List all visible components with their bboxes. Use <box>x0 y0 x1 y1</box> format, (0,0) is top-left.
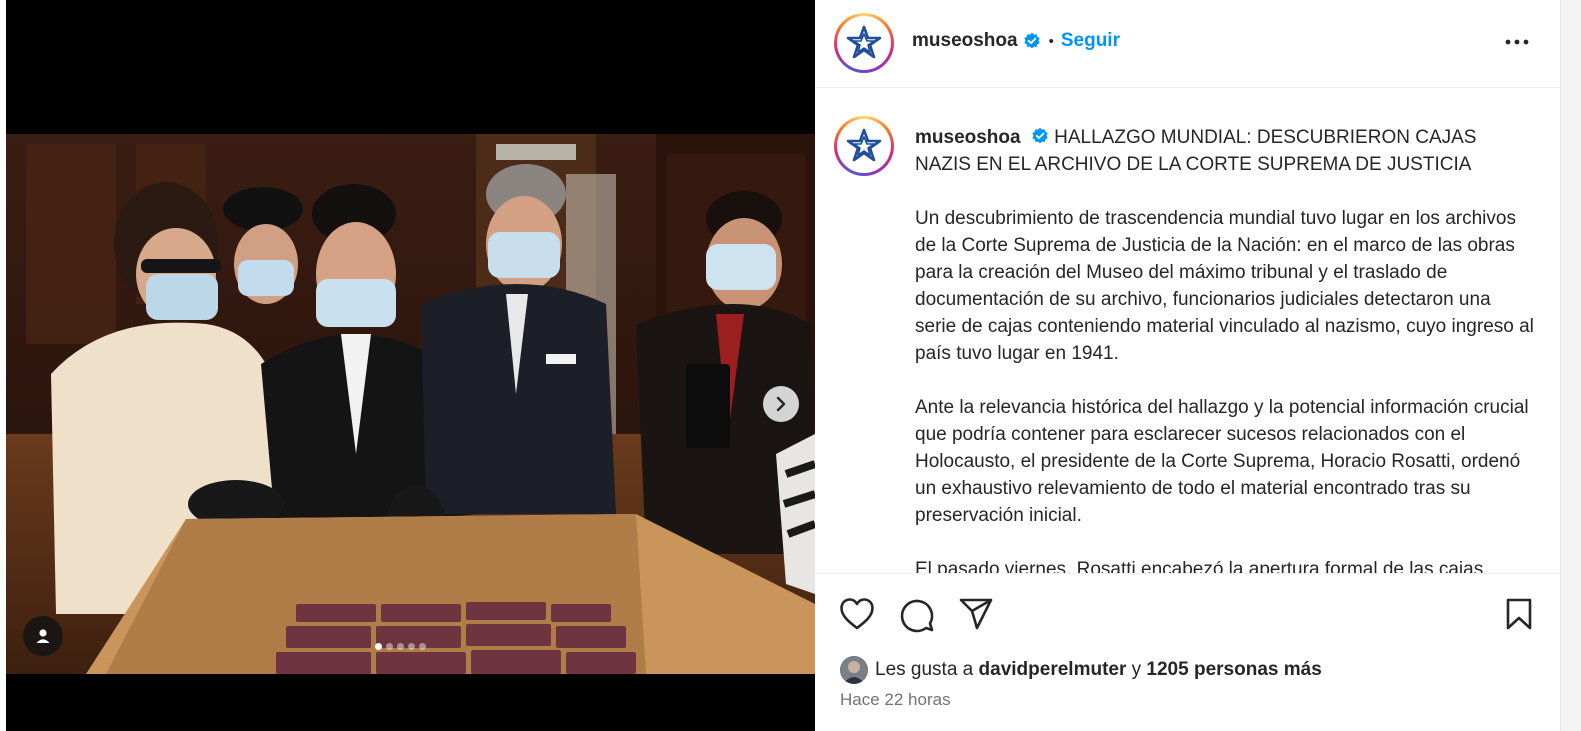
share-button[interactable] <box>958 597 994 636</box>
caption-author-username[interactable]: museoshoa <box>915 127 1021 148</box>
share-icon <box>959 598 993 630</box>
post-author-username[interactable]: museoshoa <box>912 30 1018 52</box>
post-actions-bar: Les gusta a davidperelmuter y 1205 perso… <box>815 573 1560 731</box>
like-button[interactable] <box>839 597 875 636</box>
more-options-icon <box>1505 39 1529 45</box>
carousel-indicator <box>375 643 426 650</box>
background-page-peek <box>0 0 6 731</box>
bookmark-icon <box>1506 598 1532 630</box>
museum-logo-icon <box>846 25 882 59</box>
comment-icon <box>900 599 934 633</box>
separator-dot: • <box>1048 32 1054 50</box>
more-options-button[interactable] <box>1504 30 1530 54</box>
chevron-right-icon <box>776 396 786 412</box>
post-photo[interactable] <box>6 134 815 674</box>
carousel-dot <box>408 643 415 650</box>
likes-summary: Les gusta a davidperelmuter y 1205 perso… <box>840 656 1322 684</box>
post-timestamp[interactable]: Hace 22 horas <box>840 690 951 710</box>
next-slide-button[interactable] <box>763 386 799 422</box>
verified-badge-icon <box>1031 127 1049 145</box>
post-caption: museoshoa HALLAZGO MUNDIAL: DESCUBRIERON… <box>915 124 1535 573</box>
caption-paragraph: El pasado viernes, Rosatti encabezó la a… <box>915 559 1484 573</box>
profile-avatar[interactable] <box>834 13 894 73</box>
likes-count-link[interactable]: 1205 personas más <box>1146 659 1321 681</box>
comment-button[interactable] <box>899 597 935 638</box>
likes-prefix: Les gusta a <box>875 659 974 680</box>
page-scrollbar[interactable] <box>1560 0 1581 731</box>
save-button[interactable] <box>1504 597 1534 636</box>
heart-icon <box>840 598 874 630</box>
liker-username[interactable]: davidperelmuter <box>979 659 1127 681</box>
follow-button[interactable]: Seguir <box>1061 30 1120 52</box>
likes-connector: y <box>1131 659 1142 680</box>
media-pane <box>0 0 815 731</box>
user-tag-icon <box>36 629 50 643</box>
caption-avatar[interactable] <box>834 116 894 176</box>
verified-badge-icon <box>1023 32 1041 50</box>
post-photo-illustration <box>6 134 815 674</box>
carousel-dot <box>375 643 382 650</box>
carousel-dot <box>397 643 404 650</box>
tagged-users-button[interactable] <box>23 616 63 656</box>
liker-avatar[interactable] <box>840 656 868 684</box>
museum-logo-icon <box>846 128 882 162</box>
post-details-pane: museoshoa • Seguir museoshoa HALLAZGO MU… <box>815 0 1560 731</box>
carousel-dot <box>419 643 426 650</box>
caption-scroll-area[interactable]: museoshoa HALLAZGO MUNDIAL: DESCUBRIERON… <box>815 89 1560 573</box>
caption-paragraph: Ante la relevancia histórica del hallazg… <box>915 397 1529 526</box>
caption-paragraph: Un descubrimiento de trascendencia mundi… <box>915 208 1534 364</box>
post-header: museoshoa • Seguir <box>815 0 1560 88</box>
carousel-dot <box>386 643 393 650</box>
